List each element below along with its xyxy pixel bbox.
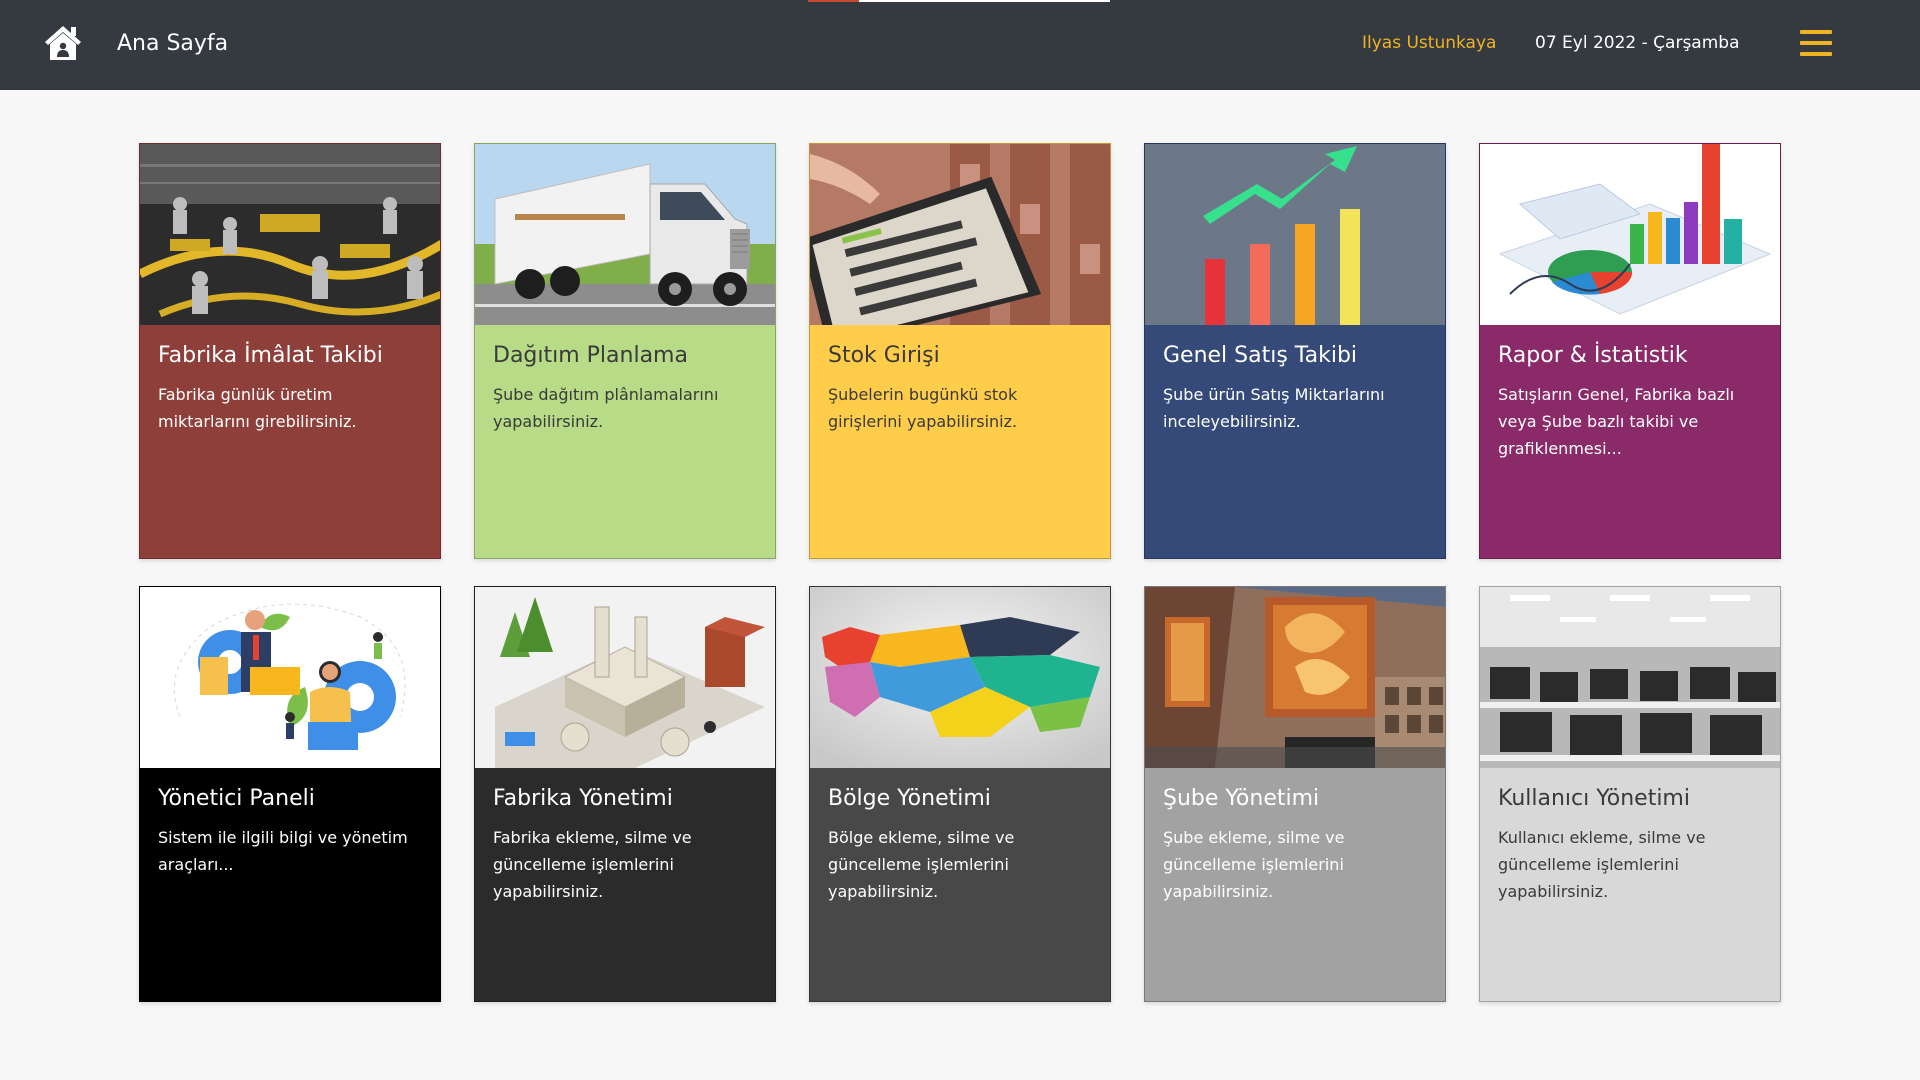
report-statistics-3d-charts-illustration bbox=[1480, 144, 1780, 325]
computer-lab-office-photo bbox=[1480, 587, 1780, 768]
home-icon[interactable] bbox=[42, 22, 84, 64]
card-sube-yonetimi[interactable]: Şube Yönetimi Şube ekleme, silme ve günc… bbox=[1144, 586, 1446, 1002]
sales-growth-bar-chart-illustration bbox=[1145, 144, 1445, 325]
card-title: Şube Yönetimi bbox=[1163, 786, 1320, 811]
card-description: Fabrika ekleme, silme ve güncelleme işle… bbox=[493, 828, 692, 901]
card-title: Fabrika Yönetimi bbox=[493, 786, 673, 811]
card-kullanici-yonetimi[interactable]: Kullanıcı Yönetimi Kullanıcı ekleme, sil… bbox=[1479, 586, 1781, 1002]
card-title: Rapor & İstatistik bbox=[1498, 343, 1688, 368]
loading-progress-fill bbox=[808, 0, 860, 2]
current-date: 07 Eyl 2022 - Çarşamba bbox=[1535, 33, 1740, 53]
page-title: Ana Sayfa bbox=[117, 31, 229, 56]
card-description: Şubelerin bugünkü stok girişlerini yapab… bbox=[828, 385, 1018, 431]
isometric-factory-illustration bbox=[475, 587, 775, 768]
card-description: Fabrika günlük üretim miktarlarını gireb… bbox=[158, 385, 357, 431]
card-title: Dağıtım Planlama bbox=[493, 343, 688, 368]
card-title: Yönetici Paneli bbox=[158, 786, 315, 811]
card-description: Bölge ekleme, silme ve güncelleme işleml… bbox=[828, 828, 1015, 901]
module-card-grid: Fabrika İmâlat Takibi Fabrika günlük üre… bbox=[139, 143, 1782, 1002]
card-description: Sistem ile ilgili bilgi ve yönetim araçl… bbox=[158, 828, 408, 874]
card-title: Fabrika İmâlat Takibi bbox=[158, 343, 383, 368]
card-fabrika-yonetimi[interactable]: Fabrika Yönetimi Fabrika ekleme, silme v… bbox=[474, 586, 776, 1002]
card-dagitim-planlama[interactable]: Dağıtım Planlama Şube dağıtım plânlamala… bbox=[474, 143, 776, 559]
delivery-truck-photo bbox=[475, 144, 775, 325]
card-description: Şube dağıtım plânlamalarını yapabilirsin… bbox=[493, 385, 719, 431]
user-name-link[interactable]: Ilyas Ustunkaya bbox=[1362, 31, 1496, 55]
card-yonetici-paneli[interactable]: Yönetici Paneli Sistem ile ilgili bilgi … bbox=[139, 586, 441, 1002]
top-navbar: Ana Sayfa Ilyas Ustunkaya 07 Eyl 2022 - … bbox=[0, 0, 1920, 90]
card-title: Bölge Yönetimi bbox=[828, 786, 991, 811]
turkey-regions-map-illustration bbox=[810, 587, 1110, 768]
card-description: Şube ürün Satış Miktarlarını inceleyebil… bbox=[1163, 385, 1385, 431]
admin-team-gears-illustration bbox=[140, 587, 440, 768]
card-description: Şube ekleme, silme ve güncelleme işlemle… bbox=[1163, 828, 1345, 901]
factory-production-line-photo bbox=[140, 144, 440, 325]
card-stok-girisi[interactable]: Stok Girişi Şubelerin bugünkü stok giriş… bbox=[809, 143, 1111, 559]
hamburger-menu-icon[interactable] bbox=[1800, 28, 1832, 58]
loading-progress-bar bbox=[808, 0, 1110, 2]
card-description: Kullanıcı ekleme, silme ve güncelleme iş… bbox=[1498, 828, 1706, 901]
card-title: Kullanıcı Yönetimi bbox=[1498, 786, 1690, 811]
card-title: Stok Girişi bbox=[828, 343, 940, 368]
bakery-storefront-photo bbox=[1145, 587, 1445, 768]
card-title: Genel Satış Takibi bbox=[1163, 343, 1358, 368]
card-rapor-istatistik[interactable]: Rapor & İstatistik Satışların Genel, Fab… bbox=[1479, 143, 1781, 559]
card-description: Satışların Genel, Fabrika bazlı veya Şub… bbox=[1498, 385, 1735, 458]
card-bolge-yonetimi[interactable]: Bölge Yönetimi Bölge ekleme, silme ve gü… bbox=[809, 586, 1111, 1002]
card-genel-satis-takibi[interactable]: Genel Satış Takibi Şube ürün Satış Mikta… bbox=[1144, 143, 1446, 559]
inventory-tracking-tablet-photo bbox=[810, 144, 1110, 325]
card-fabrika-imalat-takibi[interactable]: Fabrika İmâlat Takibi Fabrika günlük üre… bbox=[139, 143, 441, 559]
